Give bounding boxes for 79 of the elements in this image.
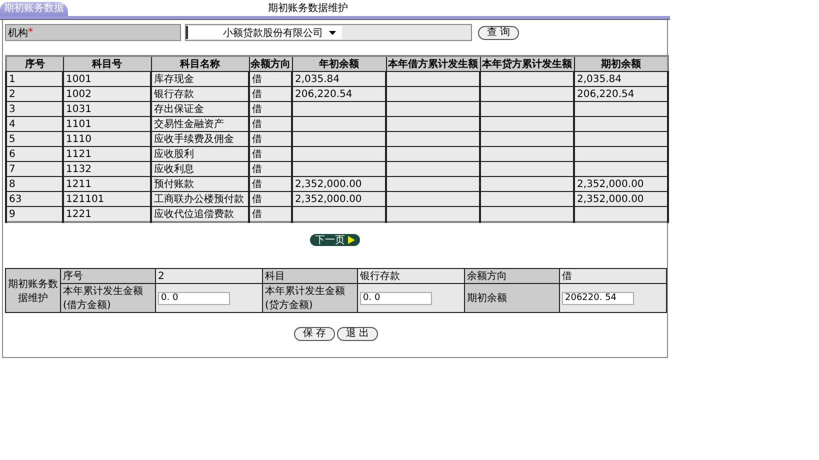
column-header: 本年贷方累计发生额 <box>480 56 574 72</box>
field-label: 期初余额 <box>464 284 560 312</box>
table-cell: 2,035.84 <box>574 72 668 86</box>
org-select[interactable]: 小额贷款股份有限公司 <box>186 26 342 39</box>
input-field[interactable]: 0. 0 <box>360 292 432 304</box>
play-icon <box>348 236 355 244</box>
table-cell: 借 <box>249 72 292 86</box>
column-header: 余额方向 <box>249 56 292 72</box>
table-cell: 借 <box>249 206 292 222</box>
column-header: 期初余额 <box>574 56 668 72</box>
action-button[interactable]: 保 存 <box>294 327 335 341</box>
table-cell: 应收手续费及佣金 <box>151 132 249 146</box>
org-label: 机构 <box>8 26 28 40</box>
table-cell: 银行存款 <box>151 86 249 102</box>
table-cell: 2,352,000.00 <box>574 176 668 192</box>
input-field[interactable]: 206220. 54 <box>562 292 634 304</box>
table-cell: 库存现金 <box>151 72 249 86</box>
table-cell: 借 <box>249 162 292 176</box>
input-field[interactable]: 0. 0 <box>158 292 230 304</box>
section-label: 期初账务数据维护 <box>6 268 60 312</box>
table-cell: 1132 <box>63 162 151 176</box>
field-label: 本年累计发生金额(贷方金额) <box>262 284 358 312</box>
table-cell: 5 <box>6 132 63 146</box>
table-cell: 1121 <box>63 146 151 162</box>
field-label: 科目 <box>262 268 358 284</box>
column-header: 本年借方累计发生额 <box>386 56 480 72</box>
table-cell: 借 <box>249 132 292 146</box>
table-cell: 6 <box>6 146 63 162</box>
table-cell: 1031 <box>63 102 151 116</box>
query-button[interactable]: 查 询 <box>478 26 520 40</box>
table-cell: 63 <box>6 192 63 206</box>
column-header: 科目名称 <box>151 56 249 72</box>
table-cell: 借 <box>249 176 292 192</box>
column-header: 科目号 <box>63 56 151 72</box>
table-cell: 1110 <box>63 132 151 146</box>
table-cell: 1002 <box>63 86 151 102</box>
next-page-button[interactable]: 下一页 <box>310 234 360 246</box>
table-cell: 1221 <box>63 206 151 222</box>
field-label: 本年累计发生金额(借方金额) <box>60 284 156 312</box>
table-cell: 交易性金融资产 <box>151 116 249 132</box>
table-cell: 借 <box>249 86 292 102</box>
table-cell: 8 <box>6 176 63 192</box>
page-title: 期初账务数据维护 <box>268 2 349 15</box>
table-cell: 2,352,000.00 <box>292 192 386 206</box>
table-cell: 预付账款 <box>151 176 249 192</box>
table-cell: 206,220.54 <box>292 86 386 102</box>
table-cell: 借 <box>249 192 292 206</box>
column-header: 序号 <box>6 56 63 72</box>
table-cell: 应收代位追偿费款 <box>151 206 249 222</box>
table-cell: 206,220.54 <box>574 86 668 102</box>
table-cell: 工商联办公楼预付款 <box>151 192 249 206</box>
table-cell: 1101 <box>63 116 151 132</box>
table-cell: 1001 <box>63 72 151 86</box>
table-cell: 应收利息 <box>151 162 249 176</box>
table-cell: 4 <box>6 116 63 132</box>
table-cell: 1 <box>6 72 63 86</box>
table-cell: 2 <box>6 86 63 102</box>
field-value: 借 <box>560 268 666 284</box>
column-header: 年初余额 <box>292 56 386 72</box>
field-label: 余额方向 <box>464 268 560 284</box>
required-mark: * <box>28 27 33 38</box>
table-cell: 9 <box>6 206 63 222</box>
table-cell: 2,035.84 <box>292 72 386 86</box>
table-cell: 借 <box>249 102 292 116</box>
table-cell: 121101 <box>63 192 151 206</box>
field-label: 序号 <box>60 268 156 284</box>
table-cell: 7 <box>6 162 63 176</box>
table-cell: 借 <box>249 116 292 132</box>
table-cell: 存出保证金 <box>151 102 249 116</box>
field-value: 2 <box>156 268 262 284</box>
action-button[interactable]: 退 出 <box>337 327 378 341</box>
table-cell: 借 <box>249 146 292 162</box>
table-cell: 2,352,000.00 <box>574 192 668 206</box>
caret-icon <box>329 30 336 34</box>
table-cell: 3 <box>6 102 63 116</box>
table-cell: 应收股利 <box>151 146 249 162</box>
table-cell: 2,352,000.00 <box>292 176 386 192</box>
field-value: 银行存款 <box>358 268 464 284</box>
table-cell: 1211 <box>63 176 151 192</box>
